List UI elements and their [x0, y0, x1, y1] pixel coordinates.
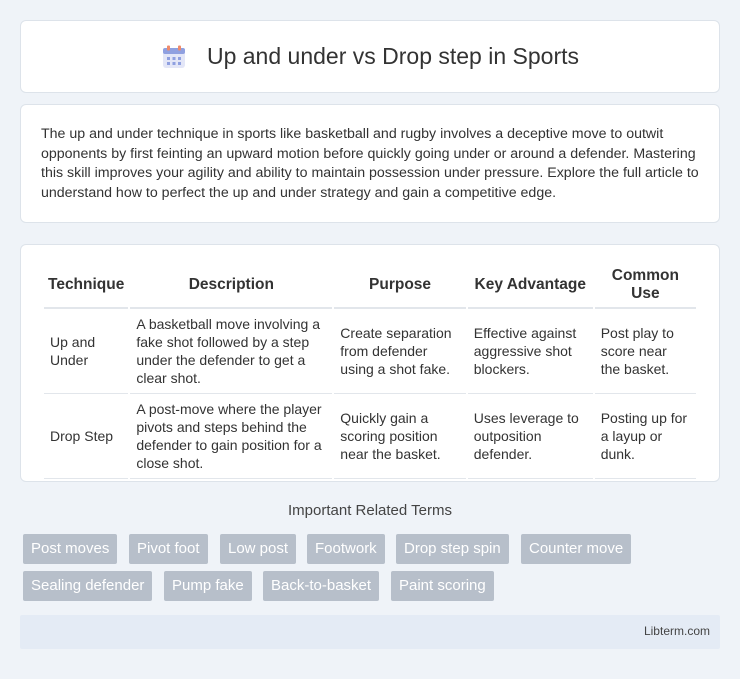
table-row: Up and Under A basketball move involving…: [44, 309, 696, 394]
tag-sealing-defender[interactable]: Sealing defender: [23, 571, 153, 601]
intro-text: The up and under technique in sports lik…: [41, 126, 699, 201]
table-cell: Up and Under: [44, 309, 129, 394]
comparison-table-card: Technique Description Purpose Key Advant…: [20, 244, 720, 482]
table-cell: Effective against aggressive shot blocke…: [467, 309, 593, 394]
calendar-icon: [161, 44, 187, 70]
table-cell: Post play to score near the basket.: [594, 309, 696, 394]
tag-back-to-basket[interactable]: Back-to-basket: [263, 571, 380, 601]
table-cell: A basketball move involving a fake shot …: [130, 309, 333, 394]
page-title: Up and under vs Drop step in Sports: [206, 43, 580, 69]
tag-drop-step-spin[interactable]: Drop step spin: [396, 534, 509, 564]
comparison-table: Technique Description Purpose Key Advant…: [42, 263, 698, 479]
intro-card: The up and under technique in sports lik…: [20, 104, 720, 223]
column-header-technique: Technique: [44, 263, 129, 309]
column-header-description: Description: [130, 263, 333, 309]
table-row: Drop Step A post-move where the player p…: [44, 394, 696, 479]
column-header-purpose: Purpose: [334, 263, 466, 309]
tag-pivot-foot[interactable]: Pivot foot: [129, 534, 208, 564]
tag-counter-move[interactable]: Counter move: [521, 534, 632, 564]
tag-pump-fake[interactable]: Pump fake: [164, 571, 252, 601]
table-cell: Posting up for a layup or dunk.: [594, 394, 696, 479]
footer-site-link[interactable]: Libterm.com: [644, 624, 710, 638]
footer: Libterm.com: [20, 615, 720, 649]
tag-low-post[interactable]: Low post: [220, 534, 297, 564]
column-header-common-use: Common Use: [594, 263, 696, 309]
title-card: Up and under vs Drop step in Sports: [20, 20, 720, 93]
tag-post-moves[interactable]: Post moves: [23, 534, 118, 564]
table-cell: A post-move where the player pivots and …: [130, 394, 333, 479]
column-header-key-advantage: Key Advantage: [467, 263, 593, 309]
tag-paint-scoring[interactable]: Paint scoring: [391, 571, 494, 601]
table-cell: Create separation from defender using a …: [334, 309, 466, 394]
related-terms-title: Important Related Terms: [288, 502, 452, 519]
table-cell: Uses leverage to outposition defender.: [467, 394, 593, 479]
tag-footwork[interactable]: Footwork: [307, 534, 385, 564]
table-cell: Drop Step: [44, 394, 129, 479]
table-cell: Quickly gain a scoring position near the…: [334, 394, 466, 479]
